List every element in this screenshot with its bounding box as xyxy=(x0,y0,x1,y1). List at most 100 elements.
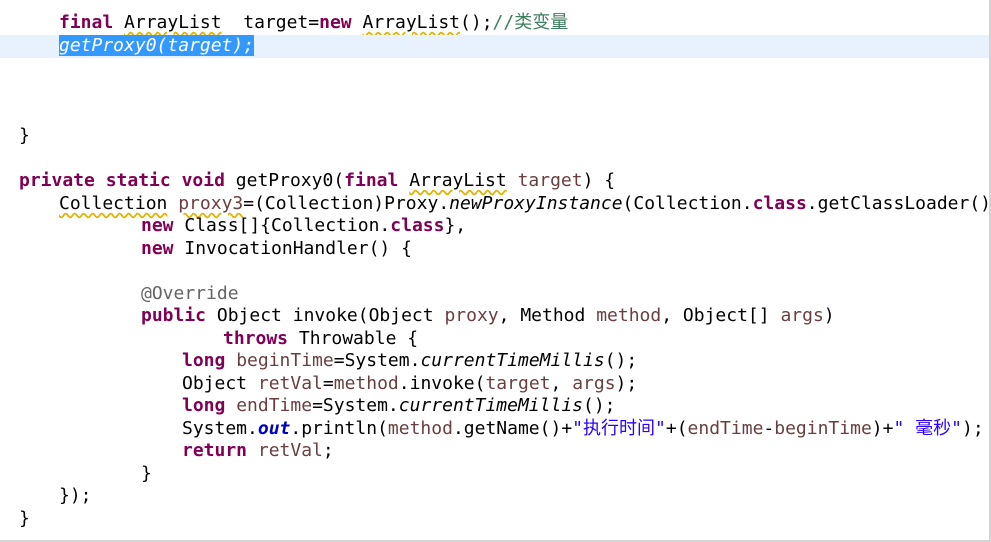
code-line-1-text: final ArrayList target=new ArrayList();/… xyxy=(59,12,568,35)
throwable: Throwable { xyxy=(288,328,419,349)
classloader-call: .getClassLoader(), xyxy=(806,193,991,214)
code-line-9: Collection proxy3=(Collection)Proxy.newP… xyxy=(0,193,989,216)
annotation-override: @Override xyxy=(141,283,239,304)
type-collection: Collection xyxy=(59,193,168,214)
code-line-16-text: long beginTime=System.currentTimeMillis(… xyxy=(182,350,637,373)
code-line-20-text: return retVal; xyxy=(182,440,334,463)
code-line-23: } xyxy=(0,508,989,531)
code-line-10: new Class[]{Collection.class}, xyxy=(0,215,989,238)
concat-close: )+ xyxy=(871,418,894,439)
system-ref: System. xyxy=(182,418,258,439)
class-array: Class[]{Collection. xyxy=(173,215,391,236)
keyword-void: void xyxy=(181,170,225,191)
arg-sep: , xyxy=(550,373,573,394)
code-line-19-text: System.out.println(method.getName()+"执行时… xyxy=(182,418,984,441)
closing-brace: } xyxy=(19,508,30,529)
call-end: ); xyxy=(615,373,638,394)
code-line-16: long beginTime=System.currentTimeMillis(… xyxy=(0,350,989,373)
code-line-18: long endTime=System.currentTimeMillis(); xyxy=(0,395,989,418)
println-call: .println( xyxy=(290,418,388,439)
invocation-handler: InvocationHandler() { xyxy=(173,238,412,259)
param-sep-1: , Method xyxy=(498,305,597,326)
method-currenttimemillis: currentTimeMillis xyxy=(420,350,605,371)
keyword-private: private xyxy=(19,170,95,191)
param-target: target xyxy=(485,373,551,394)
var-endtime: endTime xyxy=(236,395,313,416)
code-line-20: return retVal; xyxy=(0,440,989,463)
param-method: method xyxy=(596,305,662,326)
code-line-11-text: new InvocationHandler() { xyxy=(141,238,412,261)
closing-brace: } xyxy=(141,463,152,484)
param-args: args xyxy=(572,373,616,394)
statement-end: (); xyxy=(460,12,493,33)
var-begintime: beginTime xyxy=(774,418,872,439)
method-signature: private static void getProxy0(final Arra… xyxy=(19,170,615,193)
keyword-long: long xyxy=(182,350,226,371)
var-retval: retVal xyxy=(257,440,323,461)
param-args: args xyxy=(780,305,824,326)
code-line-17-text: Object retVal=method.invoke(target, args… xyxy=(182,373,637,396)
assign-target: target= xyxy=(221,12,320,33)
invoke-signature: Object invoke(Object xyxy=(206,305,445,326)
keyword-new: new xyxy=(319,12,352,33)
statement-end: ; xyxy=(322,440,334,461)
param-method: method xyxy=(387,418,453,439)
code-line-11: new InvocationHandler() { xyxy=(0,238,989,261)
code-line-19: System.out.println(method.getName()+"执行时… xyxy=(0,418,989,441)
keyword-static: static xyxy=(105,170,171,191)
code-line-15: throws Throwable { xyxy=(0,328,989,351)
code-line-2-current: getProxy0(target); xyxy=(0,35,989,58)
code-line-6: } xyxy=(0,125,989,148)
code-line-17: Object retVal=method.invoke(target, args… xyxy=(0,373,989,396)
type-arraylist: ArrayList xyxy=(124,12,222,33)
keyword-long: long xyxy=(182,395,226,416)
code-editor[interactable]: final ArrayList target=new ArrayList();/… xyxy=(0,0,991,542)
var-begintime: beginTime xyxy=(236,350,334,371)
code-line-22: }); xyxy=(0,485,989,508)
code-line-10-text: new Class[]{Collection.class}, xyxy=(141,215,466,238)
code-line-13: @Override xyxy=(0,283,989,306)
code-line-18-text: long endTime=System.currentTimeMillis(); xyxy=(182,395,616,418)
assign: = xyxy=(322,373,334,394)
type-object: Object xyxy=(182,373,258,394)
keyword-class: class xyxy=(390,215,445,236)
closing-handler: }); xyxy=(59,485,92,506)
signature-end: ) { xyxy=(582,170,616,191)
keyword-new: new xyxy=(141,238,174,259)
keyword-final: final xyxy=(344,170,399,191)
system-ref: =System. xyxy=(312,395,399,416)
param-proxy: proxy xyxy=(444,305,499,326)
string-execution-time: "执行时间" xyxy=(572,418,666,439)
code-line-8: private static void getProxy0(final Arra… xyxy=(0,170,989,193)
comment-class-variable: //类变量 xyxy=(492,12,569,33)
code-line-2-text: getProxy0(target); xyxy=(59,35,255,58)
invoke-call: .invoke( xyxy=(398,373,486,394)
signature-close: ) xyxy=(823,305,835,326)
minus: - xyxy=(763,418,775,439)
code-line-21: } xyxy=(0,463,989,486)
param-type: ArrayList xyxy=(409,170,507,191)
cast-expression: =(Collection)Proxy. xyxy=(243,193,450,214)
args-start: (Collection. xyxy=(622,193,753,214)
call-end: (); xyxy=(604,350,638,371)
getname-call: .getName()+ xyxy=(452,418,573,439)
code-line-1: final ArrayList target=new ArrayList();/… xyxy=(0,12,989,35)
var-proxy3: proxy3 xyxy=(178,193,244,214)
concat-open: +( xyxy=(665,418,688,439)
code-line-15-text: throws Throwable { xyxy=(223,328,418,351)
code-line-9-text: Collection proxy3=(Collection)Proxy.newP… xyxy=(59,193,991,216)
call-end: ); xyxy=(962,418,984,439)
method-name: getProxy0( xyxy=(235,170,345,191)
array-end: }, xyxy=(444,215,467,236)
selected-text[interactable]: getProxy0(target); xyxy=(59,35,255,56)
keyword-class: class xyxy=(752,193,807,214)
system-ref: =System. xyxy=(333,350,421,371)
keyword-public: public xyxy=(141,305,207,326)
var-endtime: endTime xyxy=(687,418,764,439)
method-newproxyinstance: newProxyInstance xyxy=(449,193,623,214)
param-sep-2: , Object[] xyxy=(661,305,781,326)
field-out: out xyxy=(257,418,291,439)
closing-brace: } xyxy=(19,125,30,146)
constructor-arraylist: ArrayList xyxy=(362,12,461,33)
keyword-new: new xyxy=(141,215,174,236)
